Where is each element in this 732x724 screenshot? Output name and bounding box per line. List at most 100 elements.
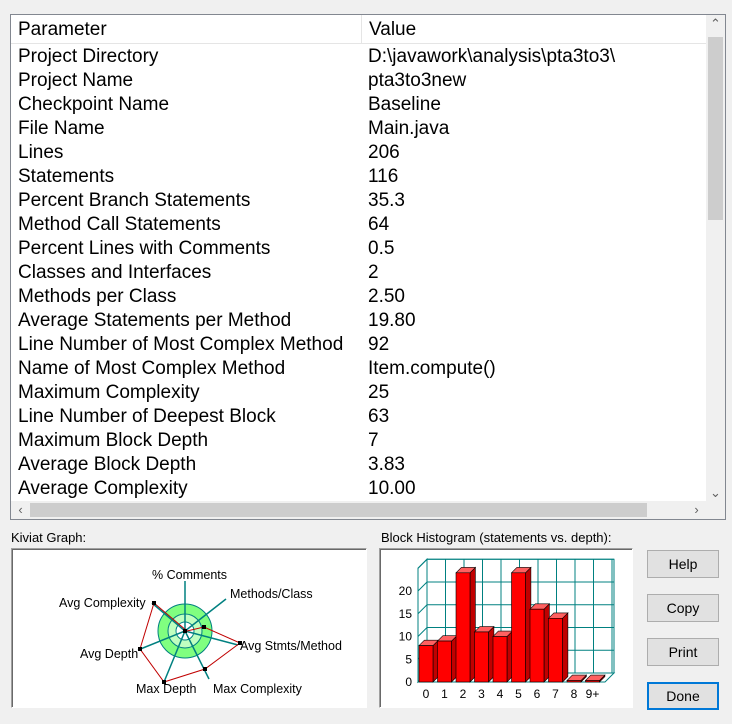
block-histogram-label: Block Histogram (statements vs. depth): — [381, 530, 612, 545]
table-row[interactable]: Method Call Statements 64 — [11, 213, 706, 237]
histogram-bar — [437, 640, 452, 683]
histogram-bar — [548, 618, 563, 683]
value-cell: Main.java — [368, 118, 450, 139]
kiviat-marker — [138, 647, 142, 651]
scroll-right-icon[interactable]: › — [687, 501, 706, 519]
value-cell: 63 — [368, 406, 390, 427]
parameter-cell: Classes and Interfaces — [18, 262, 212, 283]
vertical-scrollbar[interactable]: ⌃ ⌄ — [706, 15, 725, 502]
scroll-down-icon[interactable]: ⌄ — [706, 484, 725, 502]
histogram-x-tick: 0 — [423, 687, 430, 701]
kiviat-graph: % Comments Methods/Class Avg Stmts/Metho… — [59, 568, 342, 696]
value-cell: 64 — [368, 214, 390, 235]
vertical-scroll-thumb[interactable] — [708, 37, 723, 220]
parameter-cell: File Name — [18, 118, 105, 139]
histogram-y-tick: 20 — [399, 584, 413, 598]
histogram-bar — [566, 680, 582, 683]
value-cell: 2.50 — [368, 286, 405, 307]
block-histogram-panel: 0 5 10 15 20 0 1 2 3 4 5 6 7 8 9+ — [379, 548, 633, 708]
table-row[interactable]: Project Directory D:\javawork\analysis\pt… — [11, 45, 706, 69]
table-row[interactable]: Line Number of Deepest Block 63 — [11, 405, 706, 429]
parameter-cell: Methods per Class — [18, 286, 177, 307]
histogram-x-tick: 2 — [460, 687, 467, 701]
histogram-x-tick: 5 — [515, 687, 522, 701]
value-cell: 3.83 — [368, 454, 405, 475]
block-histogram: 05101520 0 1 2 3 4 5 6 7 8 9+ — [399, 558, 616, 701]
table-row[interactable]: Average Complexity 10.00 — [11, 477, 706, 501]
histogram-x-tick: 8 — [571, 687, 578, 701]
histogram-x-tick: 1 — [441, 687, 448, 701]
table-row[interactable]: Average Block Depth 3.83 — [11, 453, 706, 477]
parameter-cell: Line Number of Most Complex Method — [18, 334, 344, 355]
value-cell: D:\javawork\analysis\pta3to3\ — [368, 46, 616, 67]
table-row[interactable]: Methods per Class 2.50 — [11, 285, 706, 309]
histogram-y-ticks: 0 5 10 15 20 — [399, 584, 413, 689]
value-cell: 92 — [368, 334, 390, 355]
table-row[interactable]: Statements 116 — [11, 165, 706, 189]
table-row[interactable]: Percent Branch Statements 35.3 — [11, 189, 706, 213]
kiviat-axis-label: Methods/Class — [230, 587, 313, 601]
parameter-cell: Average Statements per Method — [18, 310, 292, 331]
histogram-y-tick: 15 — [399, 607, 413, 621]
histogram-bar — [585, 680, 600, 683]
print-button[interactable]: Print — [647, 638, 719, 666]
histogram-x-tick: 3 — [478, 687, 485, 701]
parameter-cell: Checkpoint Name — [18, 94, 170, 115]
scroll-up-icon[interactable]: ⌃ — [706, 15, 725, 33]
table-row[interactable]: Maximum Complexity 25 — [11, 381, 706, 405]
parameter-cell: Lines — [18, 142, 64, 163]
table-row[interactable]: Name of Most Complex Method Item.compute(… — [11, 357, 706, 381]
parameter-cell: Line Number of Deepest Block — [18, 406, 276, 427]
parameter-cell: Name of Most Complex Method — [18, 358, 286, 379]
kiviat-graph-label: Kiviat Graph: — [11, 530, 87, 545]
table-row[interactable]: File Name Main.java — [11, 117, 706, 141]
parameter-cell: Statements — [18, 166, 115, 187]
parameter-cell: Project Directory — [18, 46, 159, 67]
parameter-cell: Percent Lines with Comments — [18, 238, 271, 259]
column-header-value[interactable]: Value — [362, 15, 706, 43]
copy-button[interactable]: Copy — [647, 594, 719, 622]
value-cell: 25 — [368, 382, 390, 403]
table-row[interactable]: Classes and Interfaces 2 — [11, 261, 706, 285]
kiviat-graph-panel: % Comments Methods/Class Avg Stmts/Metho… — [11, 548, 367, 708]
table-row[interactable]: Percent Lines with Comments 0.5 — [11, 237, 706, 261]
kiviat-axis-label: Max Complexity — [213, 682, 303, 696]
value-cell: 2 — [368, 262, 379, 283]
table-row[interactable]: Maximum Block Depth 7 — [11, 429, 706, 453]
horizontal-scroll-thumb[interactable] — [30, 503, 647, 517]
value-cell: 35.3 — [368, 190, 405, 211]
kiviat-marker — [152, 601, 156, 605]
parameter-cell: Percent Branch Statements — [18, 190, 251, 211]
parameter-cell: Maximum Complexity — [18, 382, 200, 403]
table-body: Project Directory D:\javawork\analysis\pt… — [11, 45, 706, 501]
table-row[interactable]: Average Statements per Method 19.80 — [11, 309, 706, 333]
value-cell: 19.80 — [368, 310, 416, 331]
table-row[interactable]: Lines 206 — [11, 141, 706, 165]
help-button[interactable]: Help — [647, 550, 719, 578]
value-cell: 0.5 — [368, 238, 395, 259]
horizontal-scrollbar[interactable]: ‹ › — [11, 501, 706, 519]
histogram-x-tick: 9+ — [586, 687, 600, 701]
metrics-table[interactable]: Parameter Value Project Directory D:\java… — [10, 14, 726, 520]
scrollbar-corner — [706, 501, 725, 519]
table-row[interactable]: Checkpoint Name Baseline — [11, 93, 706, 117]
scroll-left-icon[interactable]: ‹ — [11, 501, 30, 519]
histogram-x-tick: 6 — [534, 687, 541, 701]
histogram-bar — [492, 636, 508, 683]
table-row[interactable]: Line Number of Most Complex Method 92 — [11, 333, 706, 357]
table-row[interactable]: Project Name pta3to3new — [11, 69, 706, 93]
parameter-cell: Average Block Depth — [18, 454, 197, 475]
histogram-bar — [529, 608, 545, 683]
parameter-cell: Maximum Block Depth — [18, 430, 209, 451]
column-header-parameter[interactable]: Parameter — [11, 15, 362, 43]
histogram-bar — [455, 572, 471, 683]
kiviat-marker — [183, 629, 187, 633]
kiviat-axis-label: Avg Depth — [80, 647, 138, 661]
done-button[interactable]: Done — [647, 682, 719, 710]
value-cell: 116 — [368, 166, 399, 187]
histogram-y-tick: 0 — [405, 675, 412, 689]
histogram-bar-side — [562, 612, 569, 683]
kiviat-marker — [203, 667, 207, 671]
kiviat-marker — [202, 625, 206, 629]
value-cell: 206 — [368, 142, 400, 163]
